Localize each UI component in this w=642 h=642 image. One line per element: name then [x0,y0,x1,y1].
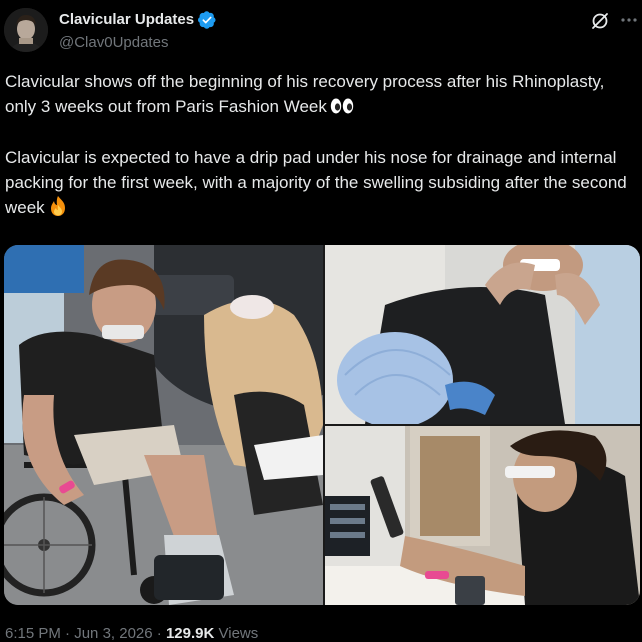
tweet-text: Clavicular shows off the beginning of hi… [5,70,637,225]
fire-emoji [48,195,68,225]
tweet-paragraph-1: Clavicular shows off the beginning of hi… [5,70,637,122]
eyes-emoji [330,97,354,123]
tweet-meta: 6:15 PM · Jun 3, 2026 · 129.9K Views [5,624,258,642]
photo-3[interactable] [325,426,640,605]
tweet-time[interactable]: 6:15 PM [5,625,61,642]
tweet-paragraph-2: Clavicular is expected to have a drip pa… [5,146,637,225]
author-handle[interactable]: @Clav0Updates [59,33,168,53]
views-label: Views [218,625,259,642]
tweet-paragraph-2-text: Clavicular is expected to have a drip pa… [5,148,627,217]
author-name-text[interactable]: Clavicular Updates [59,10,194,30]
views-count: 129.9K [165,625,215,642]
photo-1[interactable] [4,245,323,605]
more-icon[interactable] [620,10,638,30]
meta-separator: · [65,625,71,642]
verified-badge-icon [198,11,216,29]
photo-2[interactable] [325,245,640,424]
meta-separator-2: · [156,625,162,642]
grok-icon[interactable] [590,11,610,31]
tweet-paragraph-1-text: Clavicular shows off the beginning of hi… [5,72,605,116]
tweet: Clavicular Updates @Clav0Updates Clavicu… [0,0,642,642]
tweet-date[interactable]: Jun 3, 2026 [74,625,152,642]
media-grid [4,245,640,605]
avatar[interactable] [4,8,48,52]
author-name[interactable]: Clavicular Updates [59,10,216,30]
